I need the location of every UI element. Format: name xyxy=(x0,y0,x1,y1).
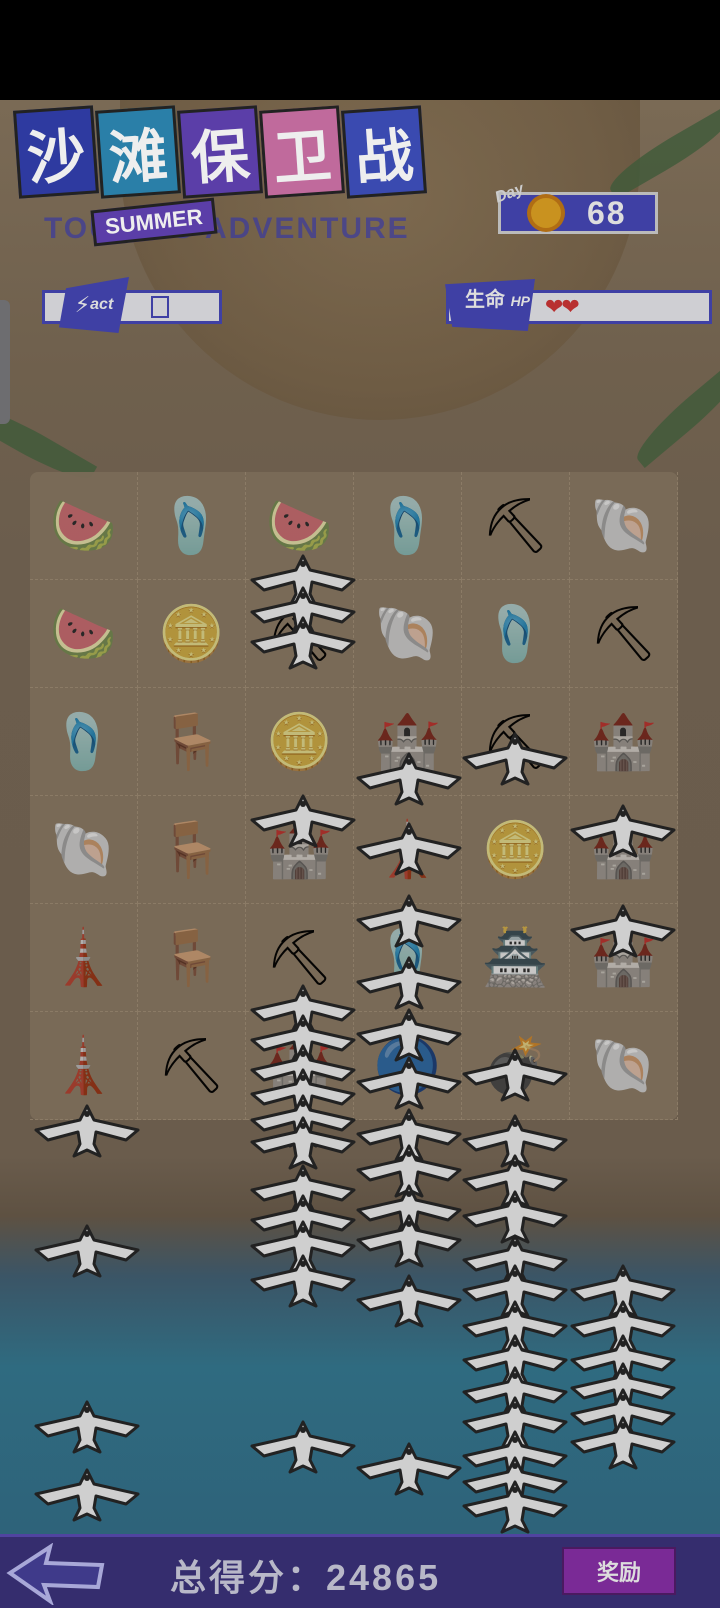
seagull-icon xyxy=(250,1250,356,1308)
board-cell[interactable]: 🪑 xyxy=(138,688,246,796)
sand-shovel-icon: ⛏ xyxy=(589,603,658,664)
reward-button[interactable]: 奖励 xyxy=(562,1547,676,1595)
game-stage: TOURING ADVENTURE 沙滩保卫战 SUMMER Day 68 ⚡ a… xyxy=(0,100,720,1608)
sand-shovel-icon: ⛏ xyxy=(481,495,550,556)
seagull-icon xyxy=(356,748,462,806)
seashell-icon: 🐚 xyxy=(589,1035,658,1096)
score-label: 总得分： xyxy=(170,1557,327,1598)
sand-shovel-icon: ⛏ xyxy=(157,1035,226,1096)
palm-leaf-decoration xyxy=(628,358,720,468)
board-cell[interactable]: 🪙 xyxy=(462,796,570,904)
title-char: 卫 xyxy=(259,105,345,199)
watermelon-icon: 🍉 xyxy=(49,495,118,556)
seashell-icon: 🐚 xyxy=(49,819,118,880)
beach-chair-red-icon: 🪑 xyxy=(157,819,226,880)
seagull-icon xyxy=(250,612,356,670)
seashell-icon: 🐚 xyxy=(589,495,658,556)
seagull-icon xyxy=(356,952,462,1010)
seagull-icon xyxy=(356,1052,462,1110)
seagull-icon xyxy=(570,1412,676,1470)
lightning-icon: ⚡ act xyxy=(59,277,129,333)
seagull-icon xyxy=(34,1464,140,1522)
heart-icon: ❤❤ xyxy=(545,294,580,319)
seagull-icon xyxy=(34,1396,140,1454)
seagull-icon xyxy=(250,1416,356,1474)
side-drawer-handle[interactable] xyxy=(0,300,10,424)
board-cell[interactable]: 🪑 xyxy=(138,904,246,1012)
sun-icon xyxy=(531,198,561,228)
board-cell[interactable]: 🪙 xyxy=(246,688,354,796)
hp-label-badge: 生命 HP xyxy=(445,279,535,331)
act-bar: ⚡ act xyxy=(42,277,222,333)
board-cell[interactable]: 🩴 xyxy=(462,580,570,688)
sandal-icon: 🩴 xyxy=(373,495,442,556)
seagull-icon xyxy=(462,1476,568,1534)
castle-blue-icon: 🏰 xyxy=(589,711,658,772)
board-cell[interactable]: 🏯 xyxy=(462,904,570,1012)
title-char: 战 xyxy=(341,105,427,199)
beach-chair-icon: 🪑 xyxy=(157,711,226,772)
board-cell[interactable]: 🩴 xyxy=(138,472,246,580)
sandal-icon: 🩴 xyxy=(49,711,118,772)
sandal-icon: 🩴 xyxy=(481,603,550,664)
total-score: 总得分：24865 xyxy=(170,1549,441,1601)
seagull-icon xyxy=(356,818,462,876)
board-cell[interactable]: ⛏ xyxy=(570,580,678,688)
seagull-icon xyxy=(356,890,462,948)
board-cell[interactable]: 🐚 xyxy=(570,472,678,580)
seagull-icon xyxy=(356,1210,462,1268)
hp-label-en: HP xyxy=(510,293,531,309)
board-cell[interactable]: 🐚 xyxy=(354,580,462,688)
board-cell[interactable]: 🍉 xyxy=(30,472,138,580)
seagull-icon xyxy=(34,1220,140,1278)
seagull-icon xyxy=(250,790,356,848)
board-cell[interactable]: ⛏ xyxy=(138,1012,246,1120)
seagull-icon xyxy=(356,1438,462,1496)
coins-icon: 🪙 xyxy=(157,603,226,664)
coins-icon: 🪙 xyxy=(481,819,550,880)
bottom-bar: 总得分：24865 奖励 xyxy=(0,1534,720,1608)
hp-bar: 生命 HP ❤❤ xyxy=(445,279,712,331)
hp-label-cn: 生命 xyxy=(465,289,505,311)
board-cell[interactable]: ⛏ xyxy=(462,472,570,580)
board-cell[interactable]: 🪙 xyxy=(138,580,246,688)
title-char: 沙 xyxy=(13,105,99,199)
board-cell[interactable]: 🗼 xyxy=(30,904,138,1012)
board-cell[interactable]: 🏰 xyxy=(570,688,678,796)
game-title: 沙滩保卫战 xyxy=(13,105,427,199)
seagull-icon xyxy=(34,1100,140,1158)
score-value: 24865 xyxy=(326,1557,442,1598)
seagull-icon xyxy=(570,900,676,958)
seashell-icon: 🐚 xyxy=(373,603,442,664)
castle-red-icon: 🏯 xyxy=(481,927,550,988)
seagull-icon xyxy=(462,1044,568,1102)
board-cell[interactable]: 🪑 xyxy=(138,796,246,904)
board-cell[interactable]: 🐚 xyxy=(30,796,138,904)
tower-red-icon: 🗼 xyxy=(49,927,118,988)
board-cell[interactable]: 🐚 xyxy=(570,1012,678,1120)
board-cell[interactable]: 🩴 xyxy=(354,472,462,580)
act-value xyxy=(151,296,169,318)
sandal-icon: 🩴 xyxy=(157,495,226,556)
tower-blue-icon: 🗼 xyxy=(49,1035,118,1096)
act-label: act xyxy=(90,296,114,313)
seagull-icon xyxy=(462,728,568,786)
day-counter: Day 68 xyxy=(493,181,658,234)
title-char: 滩 xyxy=(95,105,181,199)
watermelon-icon: 🍉 xyxy=(49,603,118,664)
seagull-icon xyxy=(356,1270,462,1328)
board-cell[interactable]: 🩴 xyxy=(30,688,138,796)
board-cell[interactable]: 🍉 xyxy=(30,580,138,688)
back-arrow-icon[interactable] xyxy=(6,1542,106,1607)
beach-chair-icon: 🪑 xyxy=(157,927,226,988)
seagull-icon xyxy=(570,800,676,858)
coins-icon: 🪙 xyxy=(265,711,334,772)
title-char: 保 xyxy=(177,105,263,199)
day-value: 68 xyxy=(587,194,627,231)
